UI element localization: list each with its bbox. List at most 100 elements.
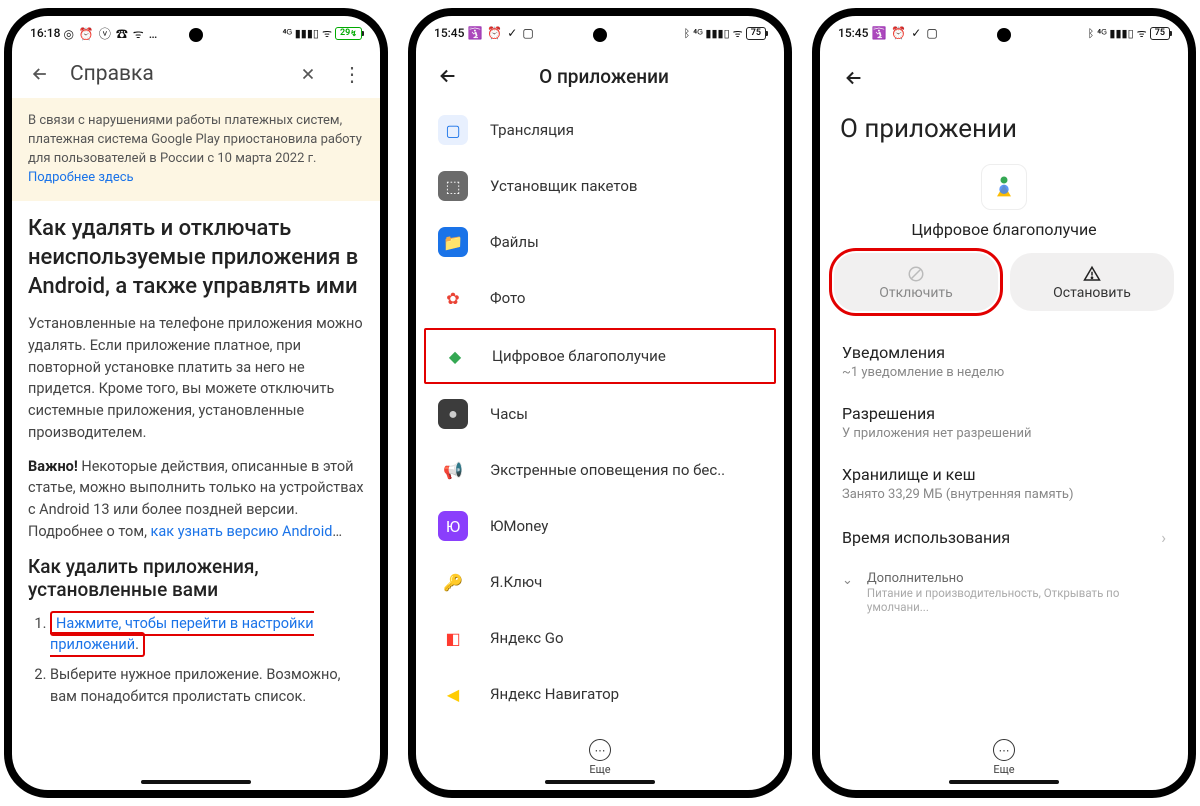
app-label: Я.Ключ: [490, 573, 542, 591]
step-1: Нажмите, чтобы перейти в настройки прило…: [50, 613, 364, 657]
app-label: ЮMoney: [490, 517, 548, 535]
battery-icon: 29↯: [335, 27, 362, 40]
status-icons-left: 🛐 ⏰ ✓ ▢: [871, 26, 938, 40]
status-time: 15:45: [838, 26, 868, 40]
header: О приложении: [416, 50, 784, 102]
app-info-screen: О приложении Цифровое благополучие Отклю…: [820, 50, 1188, 780]
banner-learn-more-link[interactable]: Подробнее здесь: [28, 170, 134, 185]
phone-help-article: 16:18 ◎ ⏰ ⓥ ☎ ᯤ … ⁴ᴳ ▮▮▮▯ ᯤ 29↯ Справка …: [4, 8, 388, 798]
app-icon: Ю: [438, 511, 468, 541]
camera-notch: [189, 28, 203, 42]
phone-app-list: 15:45 🛐 ⏰ ✓ ▢ ᛒ ⁴ᴳ ▮▮▮▯ ᯤ 75 О приложени…: [408, 8, 792, 798]
status-signal: ⁴ᴳ ▮▮▮▯: [1097, 27, 1133, 40]
status-wifi-icon: ᯤ: [322, 26, 332, 41]
back-arrow-icon[interactable]: [840, 64, 868, 92]
overflow-menu-icon[interactable]: ⋮: [338, 60, 366, 88]
notifications-row[interactable]: Уведомления ~1 уведомление в неделю: [820, 331, 1188, 392]
status-icons-left: ◎ ⏰ ⓥ ☎ ᯤ …: [63, 25, 158, 42]
steps-list: Нажмите, чтобы перейти в настройки прило…: [28, 613, 364, 708]
advanced-row[interactable]: ⌄ Дополнительно Питание и производительн…: [820, 561, 1188, 624]
phone-app-info: 15:45 🛐 ⏰ ✓ ▢ ᛒ ⁴ᴳ ▮▮▮▯ ᯤ 75 О приложени…: [812, 8, 1196, 798]
status-wifi-icon: ᯤ: [1137, 26, 1147, 41]
nav-pill[interactable]: [141, 780, 251, 784]
app-label: Фото: [490, 289, 525, 307]
app-icon: 📁: [438, 227, 468, 257]
app-icon: [981, 164, 1027, 210]
close-icon[interactable]: [294, 60, 322, 88]
app-row[interactable]: ▢ Трансляция: [416, 102, 784, 158]
status-time: 15:45: [434, 26, 464, 40]
app-label: Цифровое благополучие: [492, 347, 666, 365]
page-title: Справка: [70, 62, 278, 86]
app-label: Яндекс Навигатор: [490, 685, 619, 703]
app-label: Часы: [490, 405, 528, 423]
app-row[interactable]: Ю ЮMoney: [416, 498, 784, 554]
app-name: Цифровое благополучие: [820, 220, 1188, 239]
page-title: О приложении: [486, 65, 722, 88]
article-body: Как удалять и отключать неиспользуемые п…: [12, 201, 380, 715]
app-row[interactable]: ◆ Цифровое благополучие: [424, 328, 776, 384]
app-row[interactable]: ◧ Яндекс Go: [416, 610, 784, 666]
app-row[interactable]: ✿Фото: [416, 270, 784, 326]
app-icon: ●: [438, 399, 468, 429]
header: [820, 50, 1188, 98]
disable-button[interactable]: Отключить: [834, 253, 998, 311]
camera-notch: [997, 28, 1011, 42]
page-title: О приложении: [820, 98, 1188, 164]
app-icon: 🔑: [438, 567, 468, 597]
app-label: Трансляция: [490, 121, 574, 139]
warning-banner: В связи с нарушениями работы платежных с…: [12, 98, 380, 201]
more-dots-icon: ⋯: [589, 739, 611, 761]
status-signal: ⁴ᴳ ▮▮▮▯: [282, 27, 318, 40]
app-icon: ⬚: [438, 171, 468, 201]
nav-pill[interactable]: [545, 780, 655, 784]
status-icons-left: 🛐 ⏰ ✓ ▢: [467, 26, 534, 40]
article-heading: Как удалять и отключать неиспользуемые п…: [28, 215, 364, 301]
android-version-link[interactable]: как узнать версию Android: [151, 523, 333, 540]
article-subheading: Как удалить приложения, установленные ва…: [28, 555, 364, 601]
back-arrow-icon[interactable]: [26, 60, 54, 88]
title-bar: Справка ⋮: [12, 50, 380, 98]
more-dots-icon: ⋯: [993, 739, 1015, 761]
app-row[interactable]: ⬚ Установщик пакетов: [416, 158, 784, 214]
battery-icon: 75: [1150, 27, 1170, 40]
bluetooth-icon: ᛒ: [1088, 27, 1095, 40]
more-button[interactable]: ⋯ Еще: [416, 733, 784, 780]
step-2: Выберите нужное приложение. Возможно, ва…: [50, 664, 364, 708]
app-icon: 📢: [438, 455, 468, 485]
screen-time-row[interactable]: Время использования ›: [820, 514, 1188, 561]
app-row[interactable]: 🔑 Я.Ключ: [416, 554, 784, 610]
article-warning-paragraph: Важно! Некоторые действия, описанные в э…: [28, 456, 364, 543]
permissions-row[interactable]: Разрешения У приложения нет разрешений: [820, 392, 1188, 453]
storage-row[interactable]: Хранилище и кеш Занято 33,29 МБ (внутрен…: [820, 453, 1188, 514]
app-row[interactable]: 📁 Файлы: [416, 214, 784, 270]
battery-icon: 75: [746, 27, 766, 40]
app-icon: ◧: [438, 623, 468, 653]
app-label: Файлы: [490, 233, 539, 251]
app-row[interactable]: ◀ Яндекс Навигатор: [416, 666, 784, 722]
bluetooth-icon: ᛒ: [684, 27, 691, 40]
app-icon: ◆: [440, 341, 470, 371]
force-stop-button[interactable]: Остановить: [1010, 253, 1174, 311]
status-time: 16:18: [30, 26, 60, 40]
app-icon: ◀: [438, 679, 468, 709]
app-label: Экстренные оповещения по бес..: [490, 461, 725, 479]
help-screen: Справка ⋮ В связи с нарушениями работы п…: [12, 50, 380, 780]
status-wifi-icon: ᯤ: [733, 26, 743, 41]
app-label: Установщик пакетов: [490, 177, 637, 195]
app-row[interactable]: 📢 Экстренные оповещения по бес..: [416, 442, 784, 498]
app-list-screen: О приложении ▢ Трансляция ⬚ Установщик паке…: [416, 50, 784, 780]
chevron-down-icon: ⌄: [842, 573, 853, 588]
more-button[interactable]: ⋯ Еще: [820, 733, 1188, 780]
article-paragraph: Установленные на телефоне приложения мож…: [28, 313, 364, 444]
app-list[interactable]: ▢ Трансляция ⬚ Установщик пакетов 📁 Файлы ✿Фот…: [416, 102, 784, 733]
status-signal: ⁴ᴳ ▮▮▮▯: [693, 27, 729, 40]
action-buttons: Отключить Остановить: [820, 253, 1188, 311]
app-icon: ▢: [438, 115, 468, 145]
open-app-settings-link[interactable]: Нажмите, чтобы перейти в настройки прило…: [50, 615, 314, 654]
app-row[interactable]: ✦Analytics: [416, 722, 784, 733]
back-arrow-icon[interactable]: [434, 62, 462, 90]
app-label: Яндекс Go: [490, 629, 564, 647]
nav-pill[interactable]: [949, 780, 1059, 784]
app-row[interactable]: ● Часы: [416, 386, 784, 442]
